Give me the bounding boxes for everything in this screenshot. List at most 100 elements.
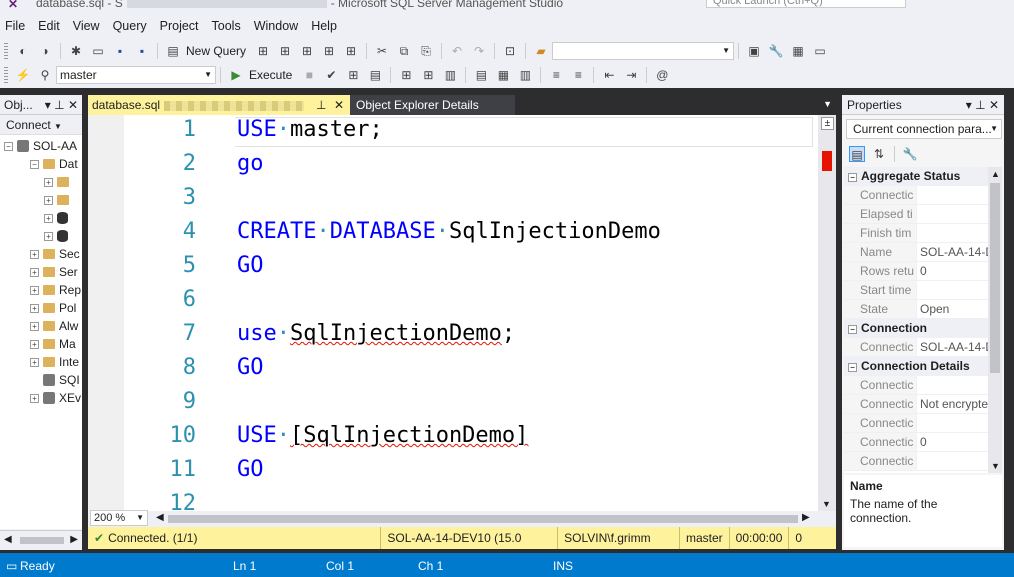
tree-node[interactable]: + Alw: [30, 317, 78, 335]
tree-node[interactable]: + Sec: [30, 245, 80, 263]
copy-icon[interactable]: ⧉: [396, 43, 412, 59]
menu-item-edit[interactable]: Edit: [33, 19, 68, 33]
scroll-right-icon[interactable]: ▶: [802, 512, 810, 523]
tab-object-explorer-details[interactable]: Object Explorer Details: [350, 95, 515, 115]
sql-editor[interactable]: 1 USE·master; 2 go 3 4 CREATE·DATABASE·SqlInje…: [88, 115, 836, 516]
tree-node[interactable]: +: [44, 173, 73, 191]
cancel-query-icon[interactable]: ■: [301, 67, 317, 83]
code-line[interactable]: GO: [237, 253, 264, 278]
save-all-icon[interactable]: ▪: [134, 43, 150, 59]
property-category[interactable]: − Connection Details: [844, 357, 988, 376]
code-line[interactable]: use·SqlInjectionDemo;: [237, 321, 515, 346]
alphabetical-icon[interactable]: ⇅: [871, 146, 887, 162]
change-connection-icon[interactable]: ⚲: [37, 67, 53, 83]
collapse-icon[interactable]: −: [848, 363, 857, 372]
tree-node[interactable]: − Dat: [30, 155, 78, 173]
menu-item-project[interactable]: Project: [155, 19, 207, 33]
code-line[interactable]: CREATE·DATABASE·SqlInjectionDemo: [237, 219, 661, 244]
expand-icon[interactable]: +: [44, 213, 53, 223]
back-icon[interactable]: ◐: [15, 43, 31, 59]
expand-icon[interactable]: +: [30, 357, 39, 367]
uncomment-icon[interactable]: ≡: [570, 67, 586, 83]
display-plan-icon[interactable]: ⊞: [345, 67, 361, 83]
new-query-icon[interactable]: ▤: [165, 43, 181, 59]
activity-monitor-icon[interactable]: ⊡: [502, 43, 518, 59]
tree-node[interactable]: − SOL-AA: [4, 137, 77, 155]
include-plan-icon[interactable]: ⊞: [398, 67, 414, 83]
paste-icon[interactable]: ⎘: [418, 43, 434, 59]
property-row[interactable]: Name SOL-AA-14-D: [844, 243, 988, 262]
execute-icon[interactable]: ▶: [228, 67, 244, 83]
dmx-query-icon[interactable]: ⊞: [299, 43, 315, 59]
collapse-icon[interactable]: −: [4, 141, 13, 151]
menu-item-query[interactable]: Query: [108, 19, 155, 33]
property-row[interactable]: Connectic 0: [844, 433, 988, 452]
property-row[interactable]: Elapsed ti: [844, 205, 988, 224]
connect-icon[interactable]: ⚡: [15, 67, 31, 83]
available-databases-select[interactable]: master ▼: [56, 66, 216, 84]
property-row[interactable]: Finish tim: [844, 224, 988, 243]
increase-indent-icon[interactable]: ⇥: [623, 67, 639, 83]
property-row[interactable]: Rows retu 0: [844, 262, 988, 281]
chevron-down-icon[interactable]: ▼: [54, 122, 62, 131]
results-to-file-icon[interactable]: ▥: [517, 67, 533, 83]
close-icon[interactable]: ✕: [334, 98, 344, 112]
tree-node[interactable]: + Inte: [30, 353, 79, 371]
comment-icon[interactable]: ≡: [548, 67, 564, 83]
tools-icon[interactable]: 🔧: [768, 43, 784, 59]
quick-launch-input[interactable]: Quick Launch (Ctrl+Q): [706, 0, 906, 8]
specify-values-icon[interactable]: @: [654, 67, 670, 83]
pin-icon[interactable]: ⊥: [316, 98, 326, 112]
menu-item-help[interactable]: Help: [306, 19, 345, 33]
database-engine-query-icon[interactable]: ⊞: [255, 43, 271, 59]
query-designer-icon[interactable]: ▤: [367, 67, 383, 83]
menu-item-tools[interactable]: Tools: [207, 19, 249, 33]
tree-node[interactable]: +: [44, 191, 73, 209]
property-grid-scrollbar[interactable]: ▲ ▼: [988, 167, 1002, 473]
expand-icon[interactable]: +: [44, 177, 53, 187]
find-icon[interactable]: ▰: [533, 43, 549, 59]
tree-node[interactable]: + Ser: [30, 263, 78, 281]
collapse-icon[interactable]: −: [30, 159, 39, 169]
property-row[interactable]: Connectic: [844, 452, 988, 471]
tree-node[interactable]: +: [44, 209, 72, 227]
tree-node[interactable]: + Pol: [30, 299, 76, 317]
property-row[interactable]: Connectic: [844, 186, 988, 205]
tree-node[interactable]: + Rep: [30, 281, 81, 299]
redo-icon[interactable]: ↷: [471, 43, 487, 59]
property-row[interactable]: Connectic SOL-AA-14-D: [844, 338, 988, 357]
find-combobox[interactable]: ▼: [552, 42, 735, 60]
collapse-icon[interactable]: −: [848, 325, 857, 334]
code-line[interactable]: go: [237, 151, 264, 176]
horizontal-scrollbar[interactable]: ◀ ▶: [0, 530, 82, 550]
code-line[interactable]: USE·[SqlInjectionDemo]: [237, 423, 528, 448]
property-row[interactable]: State Open: [844, 300, 988, 319]
close-icon[interactable]: ✕: [68, 98, 78, 112]
forward-icon[interactable]: ◑: [37, 43, 53, 59]
tree-node[interactable]: + XEv: [30, 389, 81, 407]
scroll-left-icon[interactable]: ◀: [156, 512, 164, 523]
cut-icon[interactable]: ✂: [374, 43, 390, 59]
results-to-grid-icon[interactable]: ▦: [495, 67, 511, 83]
toolbar-grip[interactable]: [4, 43, 8, 59]
undo-icon[interactable]: ↶: [449, 43, 465, 59]
menu-item-view[interactable]: View: [68, 19, 108, 33]
property-category[interactable]: − Aggregate Status: [844, 167, 988, 186]
property-row[interactable]: Connectic: [844, 376, 988, 395]
horizontal-scrollbar-thumb[interactable]: [168, 515, 798, 523]
tree-node[interactable]: +SQI: [30, 371, 80, 389]
pin-icon[interactable]: ▾ ⊥: [966, 98, 986, 112]
output-icon[interactable]: ▭: [812, 43, 828, 59]
code-line[interactable]: GO: [237, 457, 264, 482]
close-icon[interactable]: ✕: [989, 98, 999, 112]
connect-button[interactable]: Connect: [6, 118, 51, 132]
zoom-select[interactable]: 200 % ▼: [90, 510, 148, 526]
open-file-icon[interactable]: ▭: [90, 43, 106, 59]
code-line[interactable]: USE·master;: [237, 117, 383, 142]
expand-icon[interactable]: +: [30, 249, 39, 259]
property-row[interactable]: Connectic Not encrypte: [844, 395, 988, 414]
expand-icon[interactable]: +: [30, 393, 39, 403]
new-query-button[interactable]: New Query: [186, 44, 246, 58]
menu-item-file[interactable]: File: [0, 19, 33, 33]
tab-database-sql[interactable]: database.sql ⊥ ✕: [88, 95, 350, 115]
